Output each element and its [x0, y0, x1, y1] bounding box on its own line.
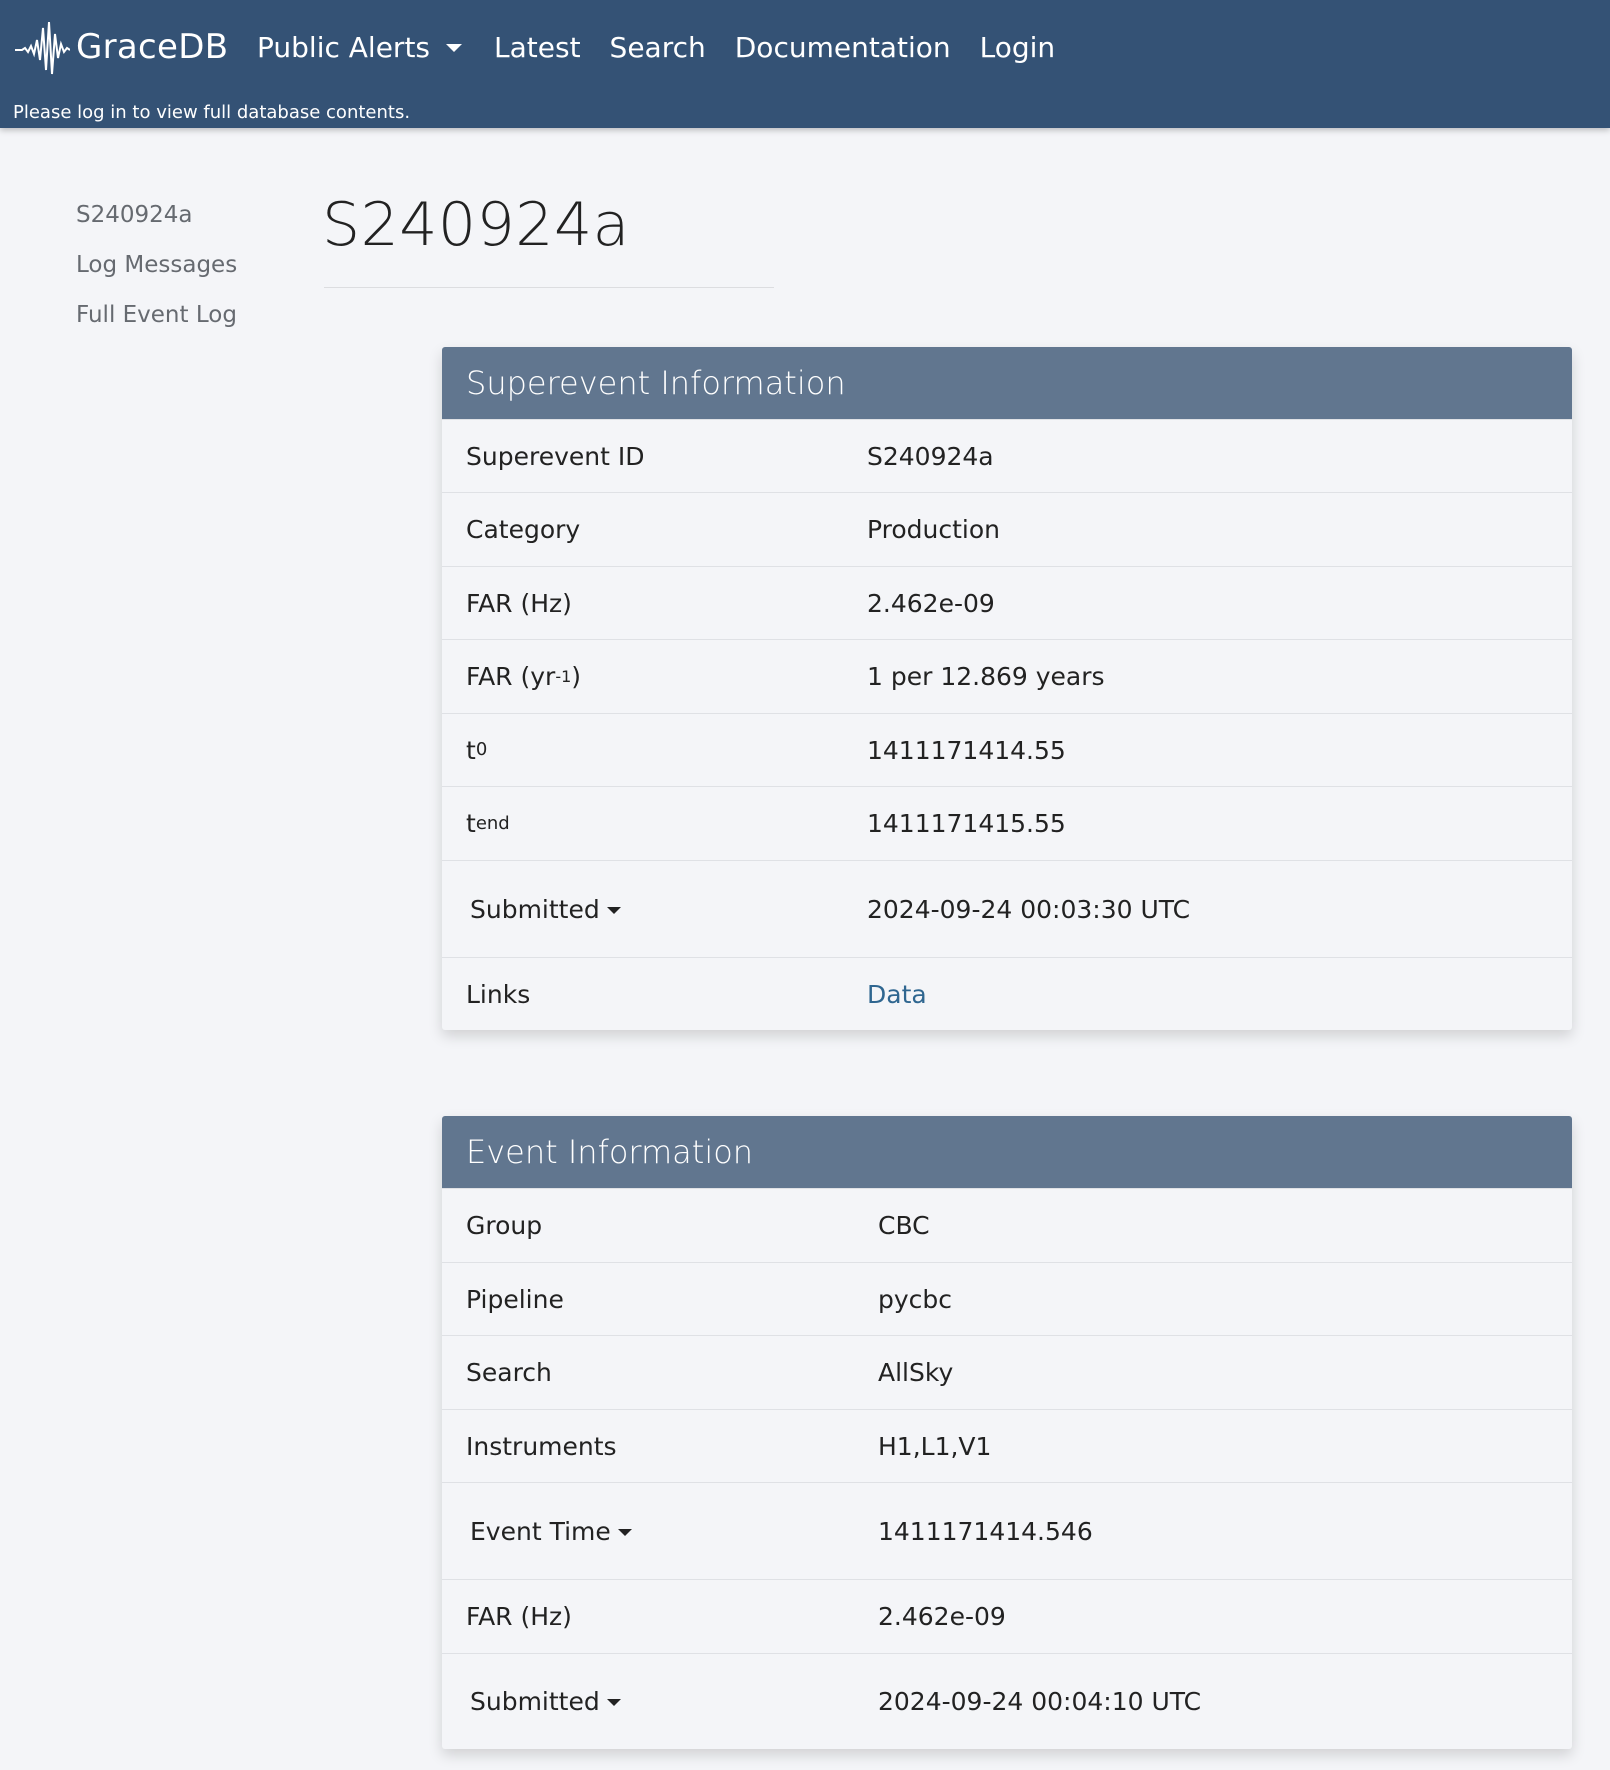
row-label-wrap: Submitted — [442, 1687, 878, 1716]
main-nav: Public Alerts Latest Search Documentatio… — [257, 26, 1084, 68]
row-label: FAR (Hz) — [466, 588, 572, 618]
nav-public-alerts-label: Public Alerts — [257, 30, 431, 64]
submitted-time-dropdown[interactable]: Submitted — [466, 895, 621, 924]
chevron-down-icon — [606, 1699, 621, 1706]
row-value: 2.462e-09 — [878, 1602, 1006, 1631]
event-submitted-dropdown[interactable]: Submitted — [466, 1687, 621, 1716]
chevron-down-icon — [617, 1528, 632, 1536]
far-yr-label-text: FAR (yr — [466, 662, 556, 691]
login-notice: Please log in to view full database cont… — [13, 102, 411, 123]
chevron-down-icon — [606, 906, 621, 914]
table-row: Links Data — [442, 957, 1572, 1030]
row-value: S240924a — [867, 441, 994, 471]
row-label: Superevent ID — [466, 441, 645, 471]
table-row: Search AllSky — [442, 1335, 1572, 1409]
row-value: 1 per 12.869 years — [867, 662, 1105, 691]
brand-name: GraceDB — [76, 27, 229, 67]
nav-latest[interactable]: Latest — [494, 31, 581, 64]
tend-label-text: t — [466, 809, 476, 838]
row-label-wrap: Event Time — [442, 1517, 878, 1546]
sidebar-item-superevent[interactable]: S240924a — [76, 200, 237, 250]
table-row: FAR (Hz) 2.462e-09 — [442, 1579, 1572, 1653]
waveform-logo-icon — [15, 21, 70, 75]
row-value: CBC — [878, 1211, 930, 1240]
row-value: 2024-09-24 00:04:10 UTC — [878, 1687, 1202, 1716]
row-label: Search — [466, 1358, 552, 1387]
t0-label-text: t — [466, 735, 476, 765]
superevent-info-header: Superevent Information — [442, 347, 1572, 419]
brand-link[interactable]: GraceDB — [14, 18, 228, 76]
table-row: FAR (Hz) 2.462e-09 — [442, 566, 1572, 639]
data-link[interactable]: Data — [867, 980, 927, 1009]
title-divider — [324, 287, 774, 288]
row-value: 1411171414.546 — [878, 1516, 1093, 1546]
row-value-wrap: Data — [867, 980, 1572, 1009]
nav-public-alerts-dropdown[interactable]: Public Alerts — [257, 30, 463, 64]
row-label-wrap: Submitted — [442, 895, 867, 924]
row-value: 1411171414.55 — [867, 735, 1066, 765]
row-value: AllSky — [878, 1358, 954, 1387]
chevron-down-icon — [446, 44, 463, 52]
table-row: Event Time 1411171414.546 — [442, 1482, 1572, 1579]
row-label: Category — [466, 515, 581, 544]
sidebar-item-log-messages[interactable]: Log Messages — [76, 250, 237, 300]
event-time-label: Event Time — [470, 1516, 611, 1546]
event-time-dropdown[interactable]: Event Time — [466, 1517, 632, 1546]
nav-search[interactable]: Search — [610, 31, 706, 64]
row-label: t0 — [466, 735, 488, 765]
row-value: 2024-09-24 00:03:30 UTC — [867, 894, 1191, 924]
row-value: 2.462e-09 — [867, 588, 995, 618]
nav-login[interactable]: Login — [980, 31, 1056, 64]
table-row: t end 1411171415.55 — [442, 786, 1572, 860]
table-row: Group CBC — [442, 1188, 1572, 1262]
table-row: Submitted 2024-09-24 00:04:10 UTC — [442, 1653, 1572, 1749]
superevent-info-card: Superevent Information Superevent ID S24… — [442, 347, 1572, 1030]
nav-documentation[interactable]: Documentation — [735, 31, 951, 64]
table-row: t0 1411171414.55 — [442, 713, 1572, 786]
table-row: Pipeline pycbc — [442, 1262, 1572, 1335]
row-label: FAR (Hz) — [466, 1602, 572, 1631]
row-label: Links — [466, 979, 531, 1009]
page-title: S240924a — [322, 190, 630, 260]
row-label: Instruments — [466, 1431, 617, 1461]
top-navbar: GraceDB Public Alerts Latest Search Docu… — [0, 0, 1610, 128]
row-value: H1,L1,V1 — [878, 1431, 992, 1461]
table-row: Category Production — [442, 492, 1572, 566]
submitted-label: Submitted — [470, 894, 600, 924]
submitted-label: Submitted — [470, 1687, 600, 1716]
table-row: Submitted 2024-09-24 00:03:30 UTC — [442, 860, 1572, 957]
row-value: 1411171415.55 — [867, 809, 1066, 838]
row-label: FAR (yr -1) — [466, 662, 582, 691]
table-row: FAR (yr -1) 1 per 12.869 years — [442, 639, 1572, 713]
row-label: Group — [466, 1211, 543, 1240]
sidebar: S240924a Log Messages Full Event Log — [76, 200, 237, 350]
far-yr-label-close: ) — [571, 662, 582, 691]
sidebar-item-full-event-log[interactable]: Full Event Log — [76, 300, 237, 350]
row-value: pycbc — [878, 1284, 953, 1314]
row-label: t end — [466, 809, 510, 838]
event-info-header: Event Information — [442, 1116, 1572, 1188]
event-info-card: Event Information Group CBC Pipeline pyc… — [442, 1116, 1572, 1749]
table-row: Instruments H1,L1,V1 — [442, 1409, 1572, 1482]
table-row: Superevent ID S240924a — [442, 419, 1572, 492]
row-label: Pipeline — [466, 1284, 564, 1314]
row-value: Production — [867, 515, 1001, 544]
